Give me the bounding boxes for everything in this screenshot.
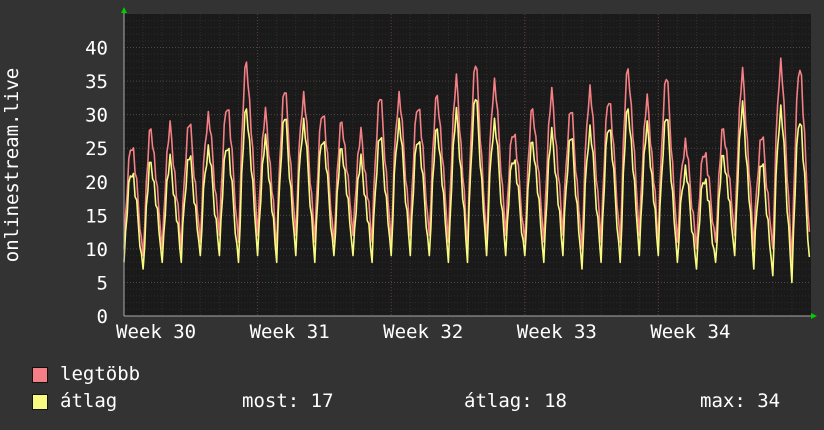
legend-label-atlag: átlag [60,390,118,412]
y-tick-label: 15 [85,205,108,227]
x-tick-label: Week 33 [517,321,597,343]
y-tick-label: 35 [85,71,108,93]
x-axis-arrow [811,313,817,319]
stat-most: most: 17 [242,390,334,412]
y-tick-label: 10 [85,239,108,261]
stat-atlag: átlag: 18 [464,390,567,412]
y-tick-label: 0 [97,306,108,328]
y-tick-label: 25 [85,138,108,160]
y-tick-label: 5 [97,272,108,294]
y-tick-label: 40 [85,38,108,60]
legend-swatch-legtobb [32,367,48,383]
y-tick-labels: 0 5 10 15 20 25 30 35 40 [85,38,108,328]
legend-label-legtobb: legtöbb [60,363,141,385]
x-tick-label: Week 30 [116,321,196,343]
y-tick-label: 30 [85,105,108,127]
legend-item-atlag: átlag [30,390,230,414]
legend-swatch-atlag [32,394,48,410]
x-tick-label: Week 31 [250,321,330,343]
x-tick-labels: Week 30 Week 31 Week 32 Week 33 Week 34 [116,321,730,343]
x-tick-label: Week 34 [650,321,730,343]
x-tick-label: Week 32 [383,321,463,343]
y-axis-label: onlinestream.live [1,68,23,262]
y-tick-label: 20 [85,172,108,194]
y-axis-arrow [121,7,127,13]
legend-item-legtobb: legtöbb [30,363,230,387]
stat-max: max: 34 [700,390,781,412]
